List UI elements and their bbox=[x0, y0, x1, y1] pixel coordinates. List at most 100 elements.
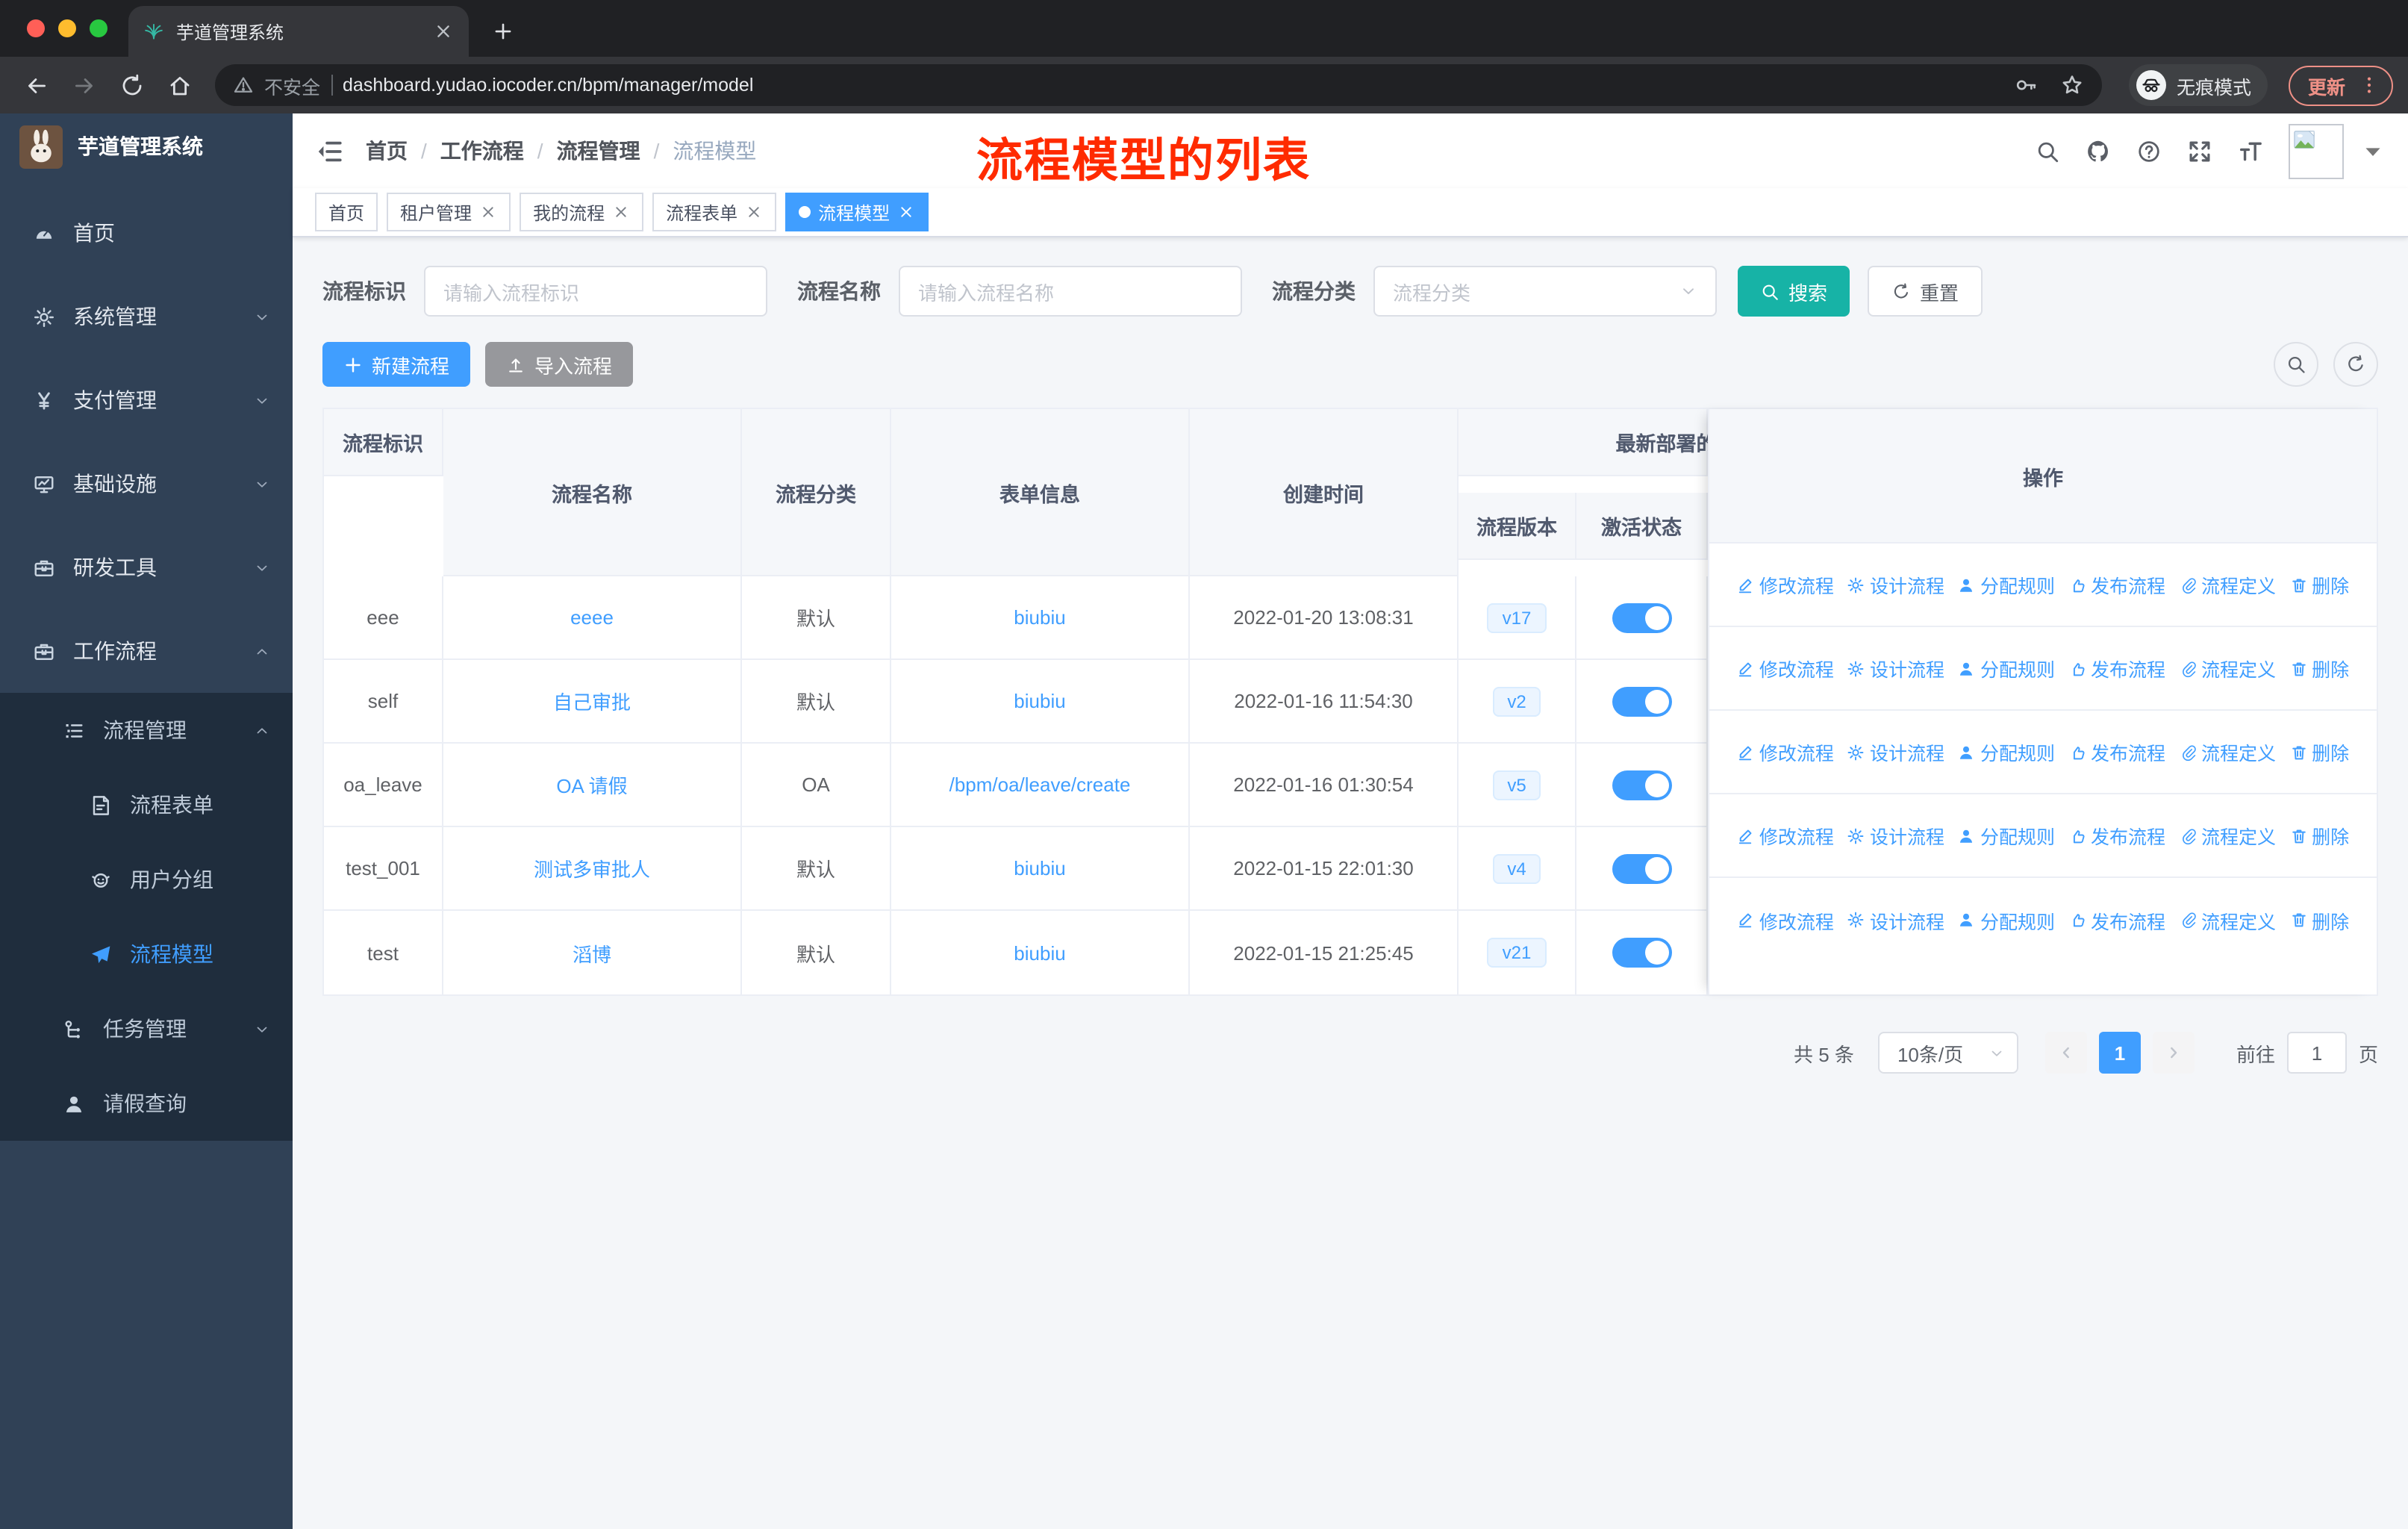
delete-link[interactable]: 删除 bbox=[2289, 654, 2349, 682]
browser-menu-icon[interactable] bbox=[2359, 75, 2380, 96]
create-flow-button[interactable]: 新建流程 bbox=[322, 342, 471, 387]
form-info-link[interactable]: /bpm/oa/leave/create bbox=[949, 773, 1131, 796]
assign-rule-link[interactable]: 分配规则 bbox=[1958, 654, 2055, 682]
tagview-tab-1[interactable]: 租户管理 bbox=[387, 193, 511, 231]
active-status-toggle[interactable] bbox=[1612, 938, 1671, 968]
browser-update-button[interactable]: 更新 bbox=[2288, 65, 2393, 105]
new-tab-button[interactable] bbox=[481, 9, 525, 54]
show-search-button[interactable] bbox=[2274, 342, 2318, 387]
publish-flow-link[interactable]: 发布流程 bbox=[2068, 738, 2165, 766]
breadcrumb-item[interactable]: 首页 bbox=[366, 136, 408, 166]
sidebar-item-2[interactable]: 支付管理 bbox=[0, 358, 293, 442]
form-info-link[interactable]: biubiu bbox=[1014, 606, 1065, 629]
header-search-icon[interactable] bbox=[2035, 138, 2060, 164]
delete-link[interactable]: 删除 bbox=[2289, 570, 2349, 599]
fullscreen-icon[interactable] bbox=[2187, 138, 2212, 164]
app-logo[interactable]: 芋道管理系统 bbox=[0, 113, 293, 179]
home-button[interactable] bbox=[158, 64, 200, 106]
sidebar-item-8[interactable]: 用户分组 bbox=[0, 842, 293, 917]
page-size-select[interactable]: 10条/页 bbox=[1877, 1032, 2018, 1074]
flow-definition-link[interactable]: 流程定义 bbox=[2179, 654, 2276, 682]
assign-rule-link[interactable]: 分配规则 bbox=[1958, 906, 2055, 934]
security-warning-icon[interactable] bbox=[233, 75, 254, 96]
reload-button[interactable] bbox=[110, 64, 152, 106]
sidebar-item-5[interactable]: 工作流程 bbox=[0, 609, 293, 693]
edit-flow-link[interactable]: 修改流程 bbox=[1737, 906, 1834, 934]
delete-link[interactable]: 删除 bbox=[2289, 738, 2349, 766]
flow-definition-link[interactable]: 流程定义 bbox=[2179, 906, 2276, 934]
flow-name-link[interactable]: eeee bbox=[570, 606, 614, 629]
tagview-tab-3[interactable]: 流程表单 bbox=[652, 193, 777, 231]
flow-definition-link[interactable]: 流程定义 bbox=[2179, 570, 2276, 599]
edit-flow-link[interactable]: 修改流程 bbox=[1737, 654, 1834, 682]
flow-name-link[interactable]: 自己审批 bbox=[553, 687, 631, 715]
design-flow-link[interactable]: 设计流程 bbox=[1847, 570, 1944, 599]
design-flow-link[interactable]: 设计流程 bbox=[1847, 906, 1944, 934]
form-info-link[interactable]: biubiu bbox=[1014, 941, 1065, 964]
flow-name-link[interactable]: 测试多审批人 bbox=[534, 854, 650, 882]
publish-flow-link[interactable]: 发布流程 bbox=[2068, 570, 2165, 599]
edit-flow-link[interactable]: 修改流程 bbox=[1737, 738, 1834, 766]
sidebar-item-10[interactable]: 任务管理 bbox=[0, 991, 293, 1066]
avatar[interactable] bbox=[2289, 123, 2344, 178]
sidebar-item-9[interactable]: 流程模型 bbox=[0, 917, 293, 991]
active-status-toggle[interactable] bbox=[1612, 853, 1671, 883]
flow-name-input[interactable]: 请输入流程名称 bbox=[899, 266, 1242, 317]
flow-name-link[interactable]: OA 请假 bbox=[556, 770, 627, 799]
design-flow-link[interactable]: 设计流程 bbox=[1847, 654, 1944, 682]
tagview-tab-4[interactable]: 流程模型 bbox=[785, 193, 929, 231]
address-bar[interactable]: 不安全 dashboard.yudao.iocoder.cn/bpm/manag… bbox=[215, 64, 2102, 106]
breadcrumb-item[interactable]: 工作流程 bbox=[440, 136, 524, 166]
form-info-link[interactable]: biubiu bbox=[1014, 690, 1065, 712]
forward-button[interactable] bbox=[63, 64, 105, 106]
sidebar-item-3[interactable]: 基础设施 bbox=[0, 442, 293, 526]
flow-category-select[interactable]: 流程分类 bbox=[1373, 266, 1717, 317]
flow-definition-link[interactable]: 流程定义 bbox=[2179, 821, 2276, 850]
font-size-icon[interactable] bbox=[2238, 138, 2263, 164]
publish-flow-link[interactable]: 发布流程 bbox=[2068, 654, 2165, 682]
assign-rule-link[interactable]: 分配规则 bbox=[1958, 570, 2055, 599]
breadcrumb-item[interactable]: 流程管理 bbox=[557, 136, 640, 166]
delete-link[interactable]: 删除 bbox=[2289, 906, 2349, 934]
help-icon[interactable] bbox=[2136, 138, 2162, 164]
bookmark-star-icon[interactable] bbox=[2060, 73, 2084, 97]
tagview-tab-0[interactable]: 首页 bbox=[315, 193, 378, 231]
design-flow-link[interactable]: 设计流程 bbox=[1847, 821, 1944, 850]
edit-flow-link[interactable]: 修改流程 bbox=[1737, 570, 1834, 599]
avatar-caret-icon[interactable] bbox=[2360, 138, 2386, 164]
active-status-toggle[interactable] bbox=[1612, 686, 1671, 716]
edit-flow-link[interactable]: 修改流程 bbox=[1737, 821, 1834, 850]
sidebar-collapse-button[interactable] bbox=[315, 137, 343, 165]
sidebar-item-11[interactable]: 请假查询 bbox=[0, 1066, 293, 1141]
publish-flow-link[interactable]: 发布流程 bbox=[2068, 906, 2165, 934]
refresh-table-button[interactable] bbox=[2333, 342, 2378, 387]
sidebar-item-7[interactable]: 流程表单 bbox=[0, 767, 293, 842]
import-flow-button[interactable]: 导入流程 bbox=[485, 342, 634, 387]
close-window-button[interactable] bbox=[27, 19, 45, 37]
sidebar-item-1[interactable]: 系统管理 bbox=[0, 275, 293, 358]
password-key-icon[interactable] bbox=[2014, 73, 2038, 97]
github-icon[interactable] bbox=[2086, 138, 2111, 164]
sidebar-item-6[interactable]: 流程管理 bbox=[0, 693, 293, 767]
browser-tab[interactable]: 芋道管理系统 bbox=[128, 6, 469, 57]
publish-flow-link[interactable]: 发布流程 bbox=[2068, 821, 2165, 850]
active-status-toggle[interactable] bbox=[1612, 770, 1671, 800]
page-number-1[interactable]: 1 bbox=[2098, 1032, 2141, 1074]
next-page-button[interactable] bbox=[2152, 1032, 2195, 1074]
zoom-window-button[interactable] bbox=[90, 19, 107, 37]
delete-link[interactable]: 删除 bbox=[2289, 821, 2349, 850]
design-flow-link[interactable]: 设计流程 bbox=[1847, 738, 1944, 766]
search-button[interactable]: 搜索 bbox=[1738, 266, 1850, 317]
assign-rule-link[interactable]: 分配规则 bbox=[1958, 821, 2055, 850]
sidebar-item-0[interactable]: 首页 bbox=[0, 191, 293, 275]
flow-definition-link[interactable]: 流程定义 bbox=[2179, 738, 2276, 766]
prev-page-button[interactable] bbox=[2044, 1032, 2087, 1074]
flow-name-link[interactable]: 滔博 bbox=[573, 938, 611, 967]
tab-close-icon[interactable] bbox=[433, 21, 454, 42]
sidebar-item-4[interactable]: 研发工具 bbox=[0, 526, 293, 609]
flow-key-input[interactable]: 请输入流程标识 bbox=[424, 266, 767, 317]
reset-button[interactable]: 重置 bbox=[1868, 266, 1983, 317]
minimize-window-button[interactable] bbox=[58, 19, 76, 37]
tagview-tab-2[interactable]: 我的流程 bbox=[520, 193, 644, 231]
form-info-link[interactable]: biubiu bbox=[1014, 857, 1065, 879]
